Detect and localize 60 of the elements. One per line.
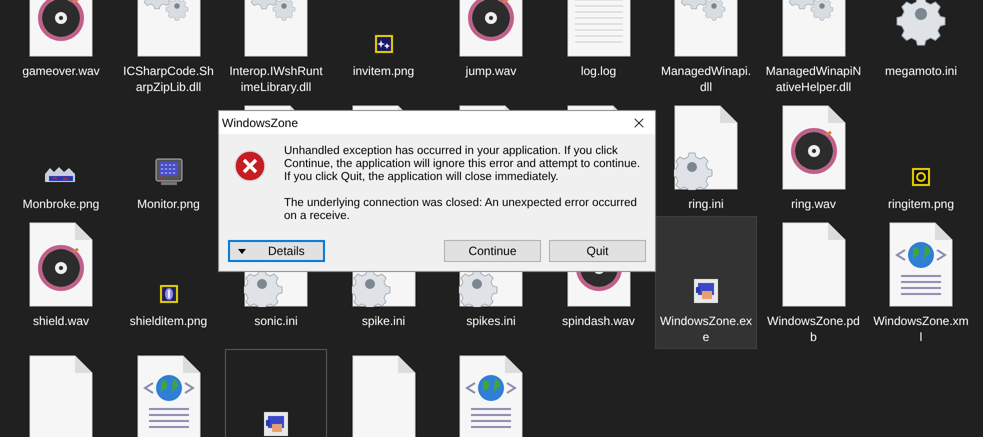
file-name: WindowsZone.pdb <box>766 313 861 345</box>
file-item[interactable]: gameover.wav <box>10 0 112 83</box>
file-item[interactable]: invitem.png <box>332 0 434 83</box>
details-button[interactable]: Details <box>228 240 325 262</box>
file-item[interactable]: jump.wav <box>440 0 542 83</box>
file-name: Monbroke.png <box>22 196 100 212</box>
file-name: jump.wav <box>464 63 518 79</box>
audio-file-icon <box>782 105 846 190</box>
file-item[interactable]: ringitem.png <box>870 99 972 216</box>
file-item[interactable]: ManagedWinapiNativeHelper.dll <box>762 0 864 99</box>
dialog-button[interactable]: Continue <box>444 240 541 262</box>
blank-file-icon <box>29 355 93 437</box>
file-item[interactable]: WindowsZone.exe <box>655 216 757 349</box>
file-item[interactable]: ManagedWinapi.dll <box>655 0 757 99</box>
blank-file-icon <box>352 355 416 437</box>
file-name: spindash.wav <box>561 313 636 329</box>
file-item[interactable]: ring.ini <box>655 99 757 216</box>
window-title: WindowsZone <box>222 114 298 132</box>
file-name: gameover.wav <box>21 63 101 79</box>
file-name: Interop.IWshRuntimeLibrary.dll <box>228 63 324 95</box>
audio-file-icon <box>29 222 93 307</box>
file-item[interactable]: megamoto.ini <box>870 0 972 83</box>
web-file-icon <box>136 355 200 437</box>
file-item[interactable]: Monbroke.png <box>10 99 112 216</box>
file-item[interactable]: WindowsZone.pdb <box>762 216 864 349</box>
blank-file-icon <box>782 222 846 307</box>
file-name: ManagedWinapi.dll <box>660 63 752 95</box>
file-name: shielditem.png <box>128 313 208 329</box>
error-icon <box>234 150 266 182</box>
file-name: spikes.ini <box>465 313 517 329</box>
file-name: Monitor.png <box>136 196 201 212</box>
file-item[interactable] <box>225 349 327 437</box>
file-name: ICSharpCode.SharpZipLib.dll <box>122 63 215 95</box>
file-name: shield.wav <box>32 313 90 329</box>
file-item[interactable]: ICSharpCode.SharpZipLib.dll <box>118 0 220 99</box>
web-file-icon <box>889 222 953 307</box>
file-item[interactable]: log.log <box>548 0 650 83</box>
file-item[interactable]: Interop.IWshRuntimeLibrary.dll <box>225 0 327 99</box>
file-name: spike.ini <box>360 313 406 329</box>
file-item[interactable]: WindowsZone.xml <box>870 216 972 349</box>
file-name: log.log <box>580 63 618 79</box>
file-name: ringitem.png <box>886 196 956 212</box>
error-detail: The underlying connection was closed: An unexpected error occurred on a receive. <box>284 197 638 223</box>
file-name: ring.ini <box>687 196 725 212</box>
error-message: Unhandled exception has occurred in your application. If you click Continue, the application will ignore this error and attempt to continue. If you click Quit, the application will close immediately. <box>284 145 642 184</box>
file-name: megamoto.ini <box>884 63 958 79</box>
web-file-icon <box>459 355 523 437</box>
file-name: invitem.png <box>352 63 416 79</box>
caret-icon <box>238 248 246 254</box>
file-name: ManagedWinapiNativeHelper.dll <box>766 63 862 95</box>
file-item[interactable]: shield.wav <box>10 216 112 333</box>
file-item[interactable]: shielditem.png <box>118 216 220 333</box>
file-name: WindowsZone.xml <box>873 313 969 345</box>
file-item[interactable]: ring.wav <box>762 99 864 216</box>
file-item[interactable]: Monitor.png <box>118 99 220 216</box>
gear-file-icon <box>674 105 738 190</box>
file-name: ring.wav <box>790 196 837 212</box>
file-name: WindowsZone.exe <box>658 313 754 345</box>
dialog-button[interactable]: Quit <box>549 240 646 262</box>
file-name: sonic.ini <box>253 313 299 329</box>
